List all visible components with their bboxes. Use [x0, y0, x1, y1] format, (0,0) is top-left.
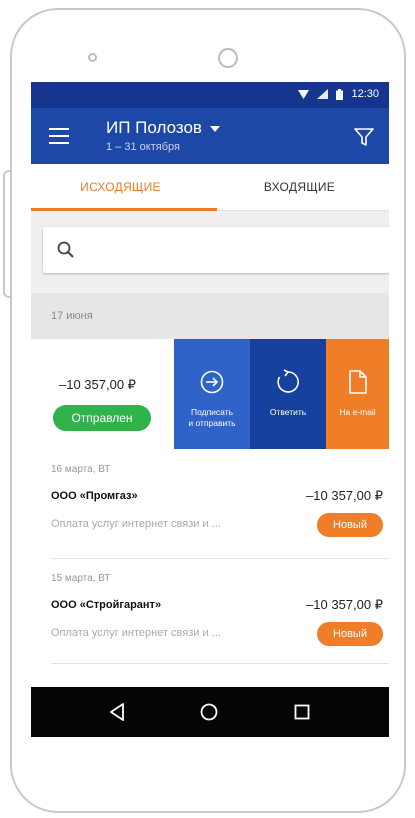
account-selector[interactable]: ИП Полозов 1 – 31 октября [106, 118, 220, 153]
list-divider [51, 663, 389, 664]
phone-sensor-dot [88, 53, 97, 62]
payment-description: Оплата услуг интернет связи и ... [51, 518, 221, 530]
sign-send-icon [200, 370, 224, 394]
email-button[interactable]: На e-mail [326, 339, 389, 449]
reply-button[interactable]: Ответить [250, 339, 326, 449]
document-date: 15 марта, ВТ [51, 573, 111, 584]
sign-label-line1: Подписать [190, 407, 234, 417]
reply-icon [277, 369, 299, 393]
tab-incoming[interactable]: ВХОДЯЩИЕ [210, 164, 389, 210]
status-time: 12:30 [351, 88, 379, 100]
back-icon[interactable] [108, 702, 126, 722]
status-bar: 12:30 [31, 82, 389, 108]
sign-label-line2: и отправить [188, 418, 236, 428]
app-title: ИП Полозов [106, 118, 202, 137]
app-bar: ИП Полозов 1 – 31 октября [31, 108, 389, 164]
wifi-icon [298, 89, 310, 99]
search-input[interactable] [43, 227, 389, 273]
app-screen: 12:30 ИП Полозов 1 – 31 октября ИСХОДЯЩИ… [31, 82, 389, 737]
reply-label: Ответить [269, 407, 307, 417]
signal-icon [317, 89, 329, 99]
document-amount: –10 357,00 ₽ [306, 488, 383, 503]
period-subtitle: 1 – 31 октября [106, 141, 180, 153]
document-icon [348, 370, 367, 394]
document-amount: –10 357,00 ₽ [306, 597, 383, 612]
filter-icon[interactable] [353, 126, 375, 148]
search-section [31, 211, 389, 293]
counterparty-name: ООО «Стройгарант» [51, 599, 162, 611]
status-badge: Новый [317, 622, 383, 646]
payment-description: Оплата услуг интернет связи и ... [51, 627, 221, 639]
email-label: На e-mail [339, 407, 376, 417]
battery-icon [336, 88, 344, 100]
recent-apps-icon[interactable] [293, 702, 311, 722]
document-amount: –10 357,00 ₽ [59, 377, 136, 392]
list-item[interactable]: 15 марта, ВТ ООО «Стройгарант» –10 357,0… [31, 559, 389, 669]
group-date-header: 17 июня [31, 293, 389, 339]
swiped-document-row[interactable]: –10 357,00 ₽ Отправлен Подписать и отправ… [31, 339, 389, 449]
status-badge: Новый [317, 513, 383, 537]
status-badge: Отправлен [53, 405, 151, 431]
document-date: 16 марта, ВТ [51, 464, 111, 475]
tab-outgoing[interactable]: ИСХОДЯЩИЕ [31, 164, 210, 210]
dropdown-caret-icon [209, 125, 220, 132]
system-nav-bar [31, 687, 389, 737]
home-icon[interactable] [199, 702, 219, 722]
list-item[interactable]: 16 марта, ВТ ООО «Промгаз» –10 357,00 ₽ … [31, 450, 389, 560]
tab-bar: ИСХОДЯЩИЕ ВХОДЯЩИЕ [31, 164, 389, 211]
sign-and-send-button[interactable]: Подписать и отправить [174, 339, 250, 449]
counterparty-name: ООО «Промгаз» [51, 490, 138, 502]
phone-camera [218, 48, 238, 68]
search-icon [57, 241, 74, 258]
hamburger-menu-icon[interactable] [49, 128, 69, 144]
